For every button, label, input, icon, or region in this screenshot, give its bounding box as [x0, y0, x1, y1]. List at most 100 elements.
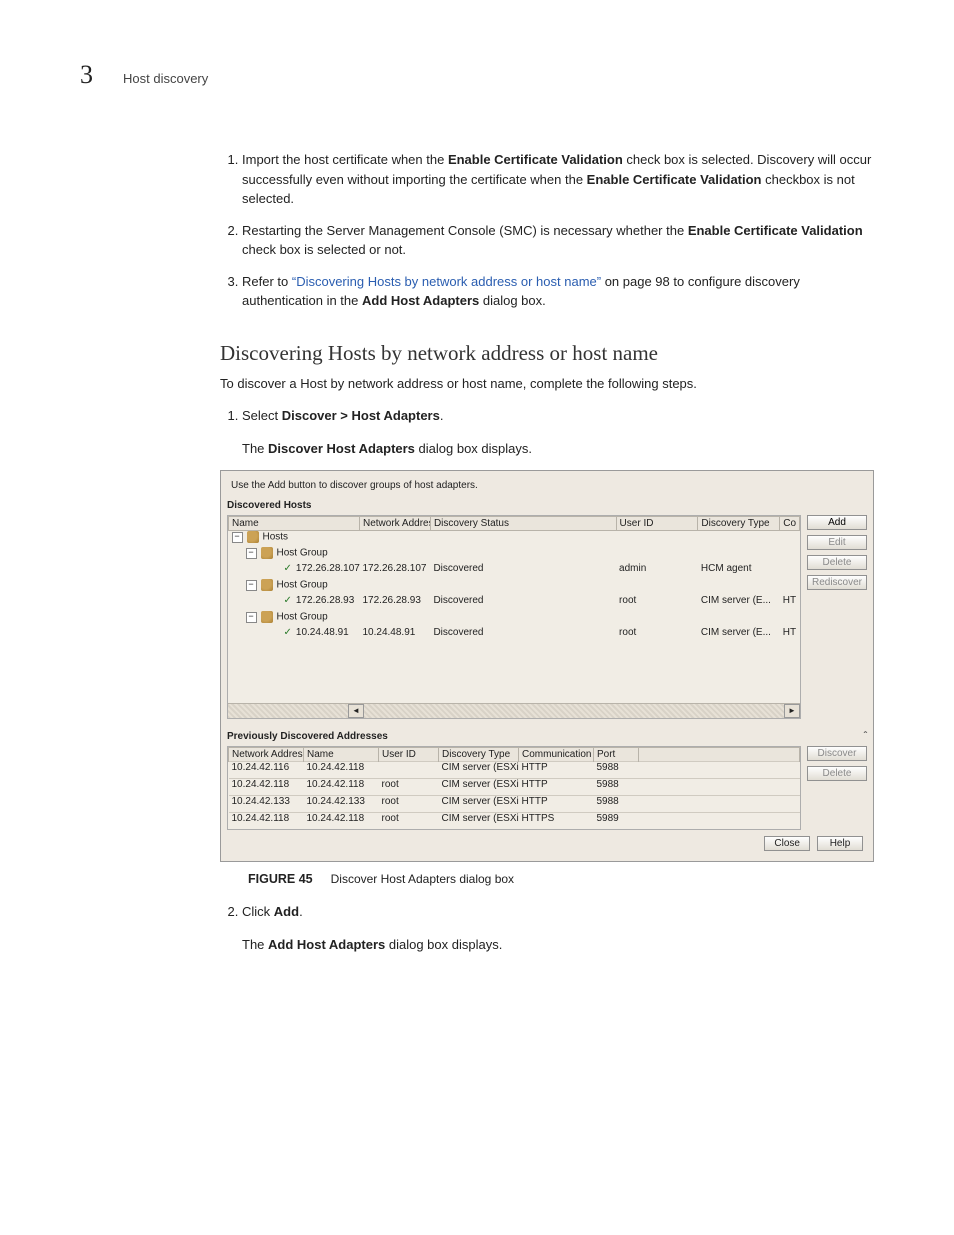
host-co: HT [780, 627, 800, 643]
rediscover-button[interactable]: Rediscover [807, 575, 867, 590]
cell-addr: 10.24.42.116 [229, 762, 304, 779]
cell-dtype: CIM server (ESXi ... [439, 779, 519, 796]
tree-host-row[interactable]: ✓172.26.28.107 172.26.28.107 Discovered … [229, 563, 800, 579]
tree-label: Host Group [277, 612, 328, 623]
figure-title: Discover Host Adapters dialog box [331, 872, 514, 886]
text: Import the host certificate when the [242, 152, 448, 167]
host-addr: 10.24.48.91 [360, 627, 431, 643]
col-user-id[interactable]: User ID [379, 748, 439, 762]
col-discovery-type[interactable]: Discovery Type [698, 517, 780, 531]
horizontal-scrollbar[interactable]: ◄ ► [228, 703, 800, 718]
scroll-right-icon[interactable]: ► [784, 704, 800, 718]
tree-label: Host Group [277, 580, 328, 591]
col-port[interactable]: Port [594, 748, 639, 762]
prev-side-buttons: Discover Delete [807, 746, 867, 830]
add-button[interactable]: Add [807, 515, 867, 530]
tree-root-row[interactable]: −Hosts [229, 531, 800, 547]
hostgroup-icon [261, 611, 273, 623]
col-name[interactable]: Name [229, 517, 360, 531]
intro-list: Import the host certificate when the Ena… [220, 150, 874, 311]
host-user: root [616, 595, 698, 611]
delete-button[interactable]: Delete [807, 555, 867, 570]
cell-addr: 10.24.42.118 [229, 779, 304, 796]
cell-dtype: CIM server (ESXi ... [439, 796, 519, 813]
steps-list: Select Discover > Host Adapters. [220, 406, 874, 426]
close-button[interactable]: Close [764, 836, 810, 851]
figure-label: FIGURE 45 [248, 872, 313, 886]
discovered-hosts-title: Discovered Hosts [227, 498, 867, 515]
cell-name: 10.24.42.118 [304, 813, 379, 830]
host-dtype: CIM server (E... [698, 595, 780, 611]
host-user: root [616, 627, 698, 643]
host-addr: 172.26.28.107 [360, 563, 431, 579]
col-discovery-status[interactable]: Discovery Status [430, 517, 616, 531]
text: The [242, 937, 268, 952]
cell-addr: 10.24.42.118 [229, 813, 304, 830]
help-button[interactable]: Help [817, 836, 863, 851]
page-content: Import the host certificate when the Ena… [220, 150, 874, 954]
cell-comm: HTTP [519, 779, 594, 796]
discover-button[interactable]: Discover [807, 746, 867, 761]
tree-host-row[interactable]: ✓172.26.28.93 172.26.28.93 Discovered ro… [229, 595, 800, 611]
text: dialog box displays. [385, 937, 502, 952]
expand-icon[interactable]: − [246, 548, 257, 559]
discovered-side-buttons: Add Edit Delete Rediscover [807, 515, 867, 719]
text: Restarting the Server Management Console… [242, 223, 688, 238]
tree-group-row[interactable]: − Host Group [229, 579, 800, 595]
tree-label: Host Group [277, 548, 328, 559]
cell-addr: 10.24.42.133 [229, 796, 304, 813]
col-network-address[interactable]: Network Address [360, 517, 431, 531]
tree-group-row[interactable]: − Host Group [229, 611, 800, 627]
tree-group-row[interactable]: − Host Group [229, 547, 800, 563]
table-row[interactable]: 10.24.42.116 10.24.42.118 CIM server (ES… [229, 762, 800, 779]
host-dtype: CIM server (E... [698, 627, 780, 643]
expand-icon[interactable]: − [232, 532, 243, 543]
table-row[interactable]: 10.24.42.118 10.24.42.118 root CIM serve… [229, 813, 800, 830]
cell-port: 5989 [594, 813, 639, 830]
col-network-address[interactable]: Network Address [229, 748, 304, 762]
bold-text: Discover Host Adapters [268, 441, 415, 456]
host-name: 172.26.28.107 [296, 563, 360, 574]
text: Refer to [242, 274, 292, 289]
col-user-id[interactable]: User ID [616, 517, 698, 531]
expand-icon[interactable]: − [246, 580, 257, 591]
intro-item-1: Import the host certificate when the Ena… [242, 150, 874, 209]
tree-host-row[interactable]: ✓10.24.48.91 10.24.48.91 Discovered root… [229, 627, 800, 643]
scroll-left-icon[interactable]: ◄ [348, 704, 364, 718]
expand-icon[interactable]: − [246, 612, 257, 623]
cell-dtype: CIM server (ESXi ... [439, 813, 519, 830]
cross-reference-link[interactable]: “Discovering Hosts by network address or… [292, 274, 601, 289]
discovered-hosts-table: Name Network Address Discovery Status Us… [227, 515, 801, 719]
cell-comm: HTTPS [519, 813, 594, 830]
table-row[interactable]: 10.24.42.118 10.24.42.118 root CIM serve… [229, 779, 800, 796]
collapse-icon[interactable]: ˆ [864, 731, 867, 742]
table-row[interactable]: 10.24.42.133 10.24.42.133 root CIM serve… [229, 796, 800, 813]
host-user: admin [616, 563, 698, 579]
hostgroup-icon [261, 547, 273, 559]
cell-comm: HTTP [519, 762, 594, 779]
text: . [440, 408, 444, 423]
check-icon: ✓ [284, 627, 292, 638]
host-status: Discovered [430, 595, 616, 611]
text: check box is selected or not. [242, 242, 406, 257]
host-status: Discovered [430, 563, 616, 579]
bold-text: Add Host Adapters [362, 293, 479, 308]
col-communication-protocol[interactable]: Communication pr... [519, 748, 594, 762]
delete-button[interactable]: Delete [807, 766, 867, 781]
bold-text: Add [274, 904, 299, 919]
cell-user: root [379, 813, 439, 830]
step-2: Click Add. [242, 902, 874, 922]
host-co: HT [780, 595, 800, 611]
col-name[interactable]: Name [304, 748, 379, 762]
col-discovery-type[interactable]: Discovery Type [439, 748, 519, 762]
text: . [299, 904, 303, 919]
text: Click [242, 904, 274, 919]
host-dtype: HCM agent [698, 563, 780, 579]
host-name: 172.26.28.93 [296, 595, 354, 606]
col-co[interactable]: Co [780, 517, 800, 531]
figure-caption: FIGURE 45 Discover Host Adapters dialog b… [248, 872, 874, 886]
chapter-number: 3 [80, 60, 93, 90]
cell-name: 10.24.42.118 [304, 762, 379, 779]
edit-button[interactable]: Edit [807, 535, 867, 550]
section-intro: To discover a Host by network address or… [220, 374, 874, 394]
